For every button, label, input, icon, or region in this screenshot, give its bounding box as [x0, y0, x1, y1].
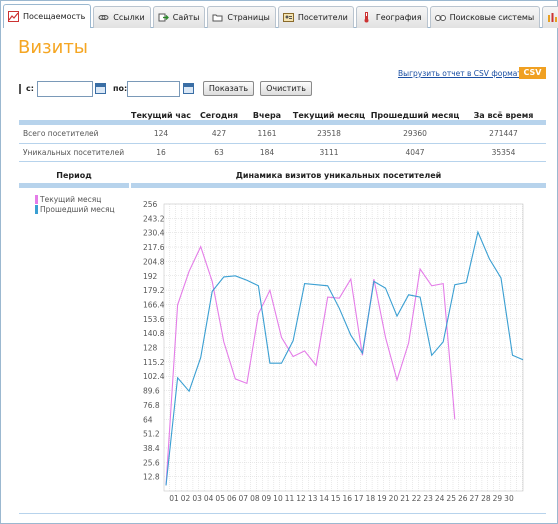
x-tick-label: 12: [296, 494, 306, 503]
x-tick-label: 29: [493, 494, 503, 503]
x-tick-label: 15: [331, 494, 341, 503]
x-tick-label: 26: [458, 494, 468, 503]
y-tick-label: 12.8: [143, 473, 160, 482]
x-tick-label: 10: [273, 494, 283, 503]
x-tick-label: 04: [204, 494, 214, 503]
bottom-divider: [19, 513, 546, 514]
y-tick-label: 128: [143, 344, 158, 353]
y-tick-label: 256: [143, 200, 158, 209]
x-tick-label: 28: [481, 494, 491, 503]
app-frame: Посещаемость Ссылки Сайты Страницы Посет…: [0, 0, 558, 524]
x-tick-label: 27: [470, 494, 480, 503]
y-tick-label: 153.6: [143, 315, 165, 324]
x-tick-label: 21: [400, 494, 410, 503]
x-tick-label: 05: [215, 494, 225, 503]
y-tick-label: 217.6: [143, 243, 165, 252]
x-tick-label: 17: [354, 494, 364, 503]
line-chart: 12.8 25.6 38.4 51.2 64 76.8 89.6 102.4 115.2 128 1…: [143, 200, 524, 503]
y-tick-label: 51.2: [143, 430, 160, 439]
y-tick-label: 64: [143, 415, 153, 424]
x-tick-label: 13: [308, 494, 318, 503]
y-tick-label: 115.2: [143, 358, 165, 367]
x-tick-label: 14: [319, 494, 329, 503]
x-tick-label: 07: [239, 494, 249, 503]
y-tick-label: 89.6: [143, 387, 160, 396]
x-tick-label: 24: [435, 494, 445, 503]
y-tick-label: 192: [143, 272, 158, 281]
y-tick-label: 102.4: [143, 372, 165, 381]
y-tick-label: 38.4: [143, 444, 160, 453]
x-tick-label: 23: [423, 494, 433, 503]
y-tick-label: 25.6: [143, 458, 160, 467]
y-tick-label: 179.2: [143, 286, 165, 295]
x-tick-label: 09: [262, 494, 272, 503]
y-tick-label: 166.4: [143, 300, 165, 309]
x-tick-label: 08: [250, 494, 260, 503]
x-tick-label: 11: [285, 494, 295, 503]
x-tick-label: 01: [169, 494, 179, 503]
x-tick-label: 16: [342, 494, 352, 503]
plot-area: [163, 203, 524, 492]
x-tick-label: 03: [192, 494, 202, 503]
x-tick-label: 18: [366, 494, 376, 503]
y-tick-label: 204.8: [143, 257, 165, 266]
y-tick-label: 243.2: [143, 214, 165, 223]
y-tick-label: 76.8: [143, 401, 160, 410]
x-tick-label: 06: [227, 494, 237, 503]
x-tick-label: 02: [181, 494, 191, 503]
y-tick-label: 230.4: [143, 229, 165, 238]
x-tick-label: 25: [446, 494, 456, 503]
x-tick-label: 30: [504, 494, 514, 503]
x-tick-label: 19: [377, 494, 387, 503]
y-tick-label: 140.8: [143, 329, 165, 338]
x-tick-label: 20: [389, 494, 399, 503]
x-tick-label: 22: [412, 494, 422, 503]
